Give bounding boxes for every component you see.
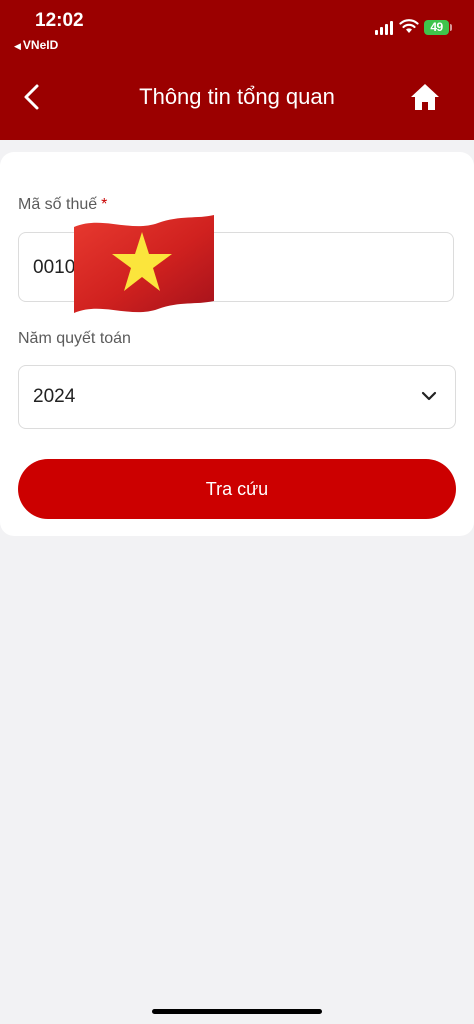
- status-back-label: VNeID: [22, 38, 59, 52]
- battery-indicator: 49: [424, 20, 449, 35]
- year-select[interactable]: 2024: [18, 365, 456, 429]
- year-value: 2024: [33, 386, 76, 407]
- chevron-down-icon: [421, 391, 437, 401]
- page-title: Thông tin tổng quan: [139, 84, 335, 109]
- year-label: Năm quyết toán: [18, 330, 131, 347]
- wifi-icon: [399, 19, 419, 33]
- vietnam-flag-icon: [74, 215, 214, 313]
- tax-code-value: 0010: [33, 257, 76, 278]
- cellular-signal-icon: [375, 21, 395, 35]
- back-chevron-icon[interactable]: [18, 82, 48, 112]
- status-time: 12:02: [35, 10, 84, 31]
- battery-tip: [450, 24, 452, 31]
- back-triangle-icon: ◀: [14, 41, 21, 51]
- home-indicator[interactable]: [152, 1009, 322, 1014]
- app-header: 12:02 ◀ VNeID 49 Thông tin tổng quan: [0, 0, 474, 140]
- status-back-link[interactable]: ◀ VNeID: [14, 38, 58, 52]
- home-icon[interactable]: [409, 82, 441, 112]
- search-button[interactable]: Tra cứu: [18, 459, 456, 519]
